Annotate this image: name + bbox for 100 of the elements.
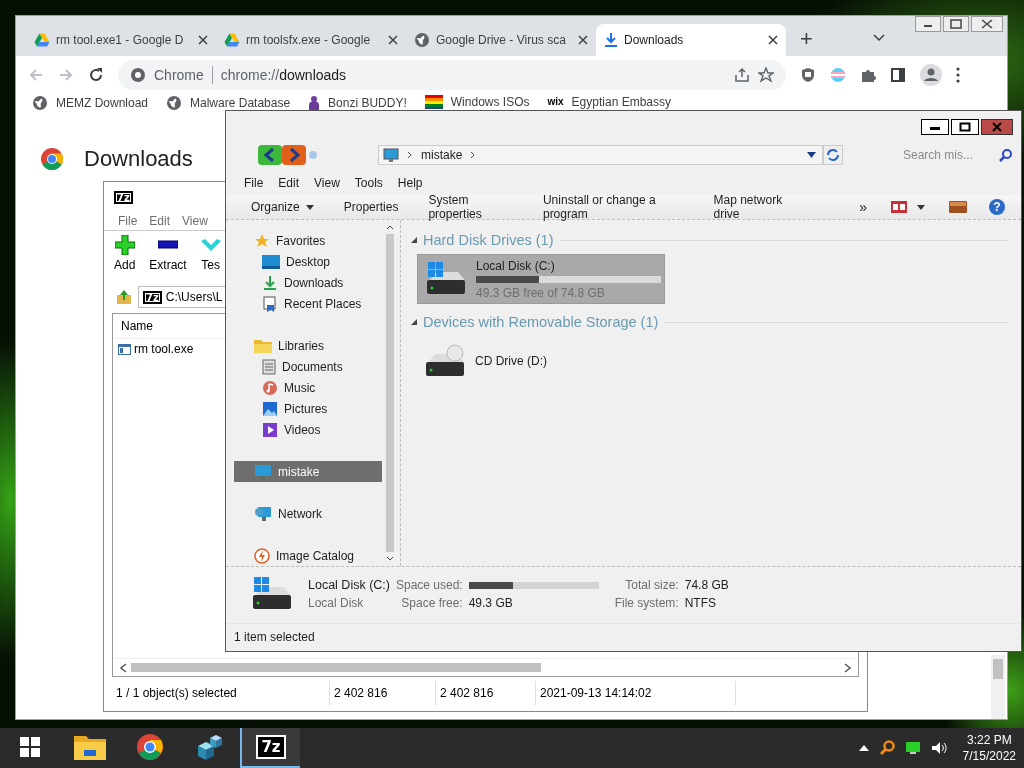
globe-icon (414, 32, 430, 48)
nav-item[interactable]: Recent Places (234, 293, 382, 314)
speaker-icon[interactable] (930, 741, 947, 755)
forward-icon[interactable] (282, 145, 306, 165)
address-bar[interactable]: Chrome chrome://downloads (118, 60, 786, 90)
menu-item[interactable]: Edit (149, 214, 171, 228)
toolbar-button[interactable]: Organize (251, 200, 314, 214)
address-bar[interactable]: mistake (378, 145, 823, 165)
monitor-icon[interactable] (904, 741, 921, 755)
taskbar-app[interactable]: 7z (240, 728, 300, 768)
bookmark-link[interactable]: Windows ISOs (424, 95, 530, 109)
refresh-icon[interactable] (823, 145, 843, 165)
video-icon (262, 421, 278, 438)
menu-item[interactable]: File (244, 176, 264, 190)
drive-icon (34, 32, 50, 48)
maximize-icon[interactable] (951, 119, 979, 135)
close-icon[interactable] (768, 35, 778, 45)
bookmark-link[interactable]: wix Egyptian Embassy (547, 95, 671, 109)
browser-tab[interactable]: Downloads (596, 24, 786, 56)
search-icon[interactable] (878, 740, 895, 756)
menu-icon[interactable] (956, 67, 960, 83)
music-icon (262, 379, 278, 396)
toolbar-button[interactable]: Tes (200, 235, 221, 281)
window-file-icon (118, 343, 131, 355)
menu-item[interactable]: Edit (278, 176, 300, 190)
scrollbar[interactable] (113, 658, 858, 676)
pictures-icon (262, 400, 278, 417)
back-icon[interactable] (258, 145, 282, 165)
nav-item[interactable]: Pictures (234, 398, 382, 419)
browser-tab[interactable]: rm tool.exe1 - Google D (26, 24, 216, 56)
nav-item[interactable]: mistake (234, 461, 382, 482)
browser-tab[interactable]: Google Drive - Virus sca (406, 24, 596, 56)
breadcrumb-item[interactable]: mistake (421, 148, 463, 162)
file-row[interactable]: rm tool.exe (113, 339, 222, 359)
close-icon[interactable] (578, 35, 588, 45)
nav-item[interactable]: Documents (234, 356, 382, 377)
help-button[interactable]: ? (989, 199, 1005, 215)
chevron-up-icon[interactable] (858, 745, 869, 751)
new-tab-button[interactable]: + (800, 26, 813, 52)
menu-item[interactable]: Help (397, 176, 423, 190)
toolbar-button[interactable]: Properties (343, 200, 399, 214)
chevron-right-icon (407, 151, 413, 159)
field-label: Total size: (624, 578, 679, 592)
puzzle-icon[interactable] (860, 67, 876, 83)
nav-item[interactable]: Image Catalog (234, 545, 382, 566)
network-icon (254, 505, 272, 522)
nav-item[interactable]: Network (234, 503, 382, 524)
nav-item[interactable]: Music (234, 377, 382, 398)
scrollbar[interactable] (991, 655, 1005, 719)
toolbar-button[interactable]: System properties (428, 193, 513, 221)
side-panel-icon[interactable] (890, 67, 906, 83)
star-icon[interactable] (758, 67, 774, 83)
restore-icon[interactable] (943, 16, 969, 32)
nav-item[interactable]: Desktop (234, 251, 382, 272)
nav-item[interactable]: Favorites (234, 230, 382, 251)
drive-tile[interactable]: CD Drive (D:) (417, 336, 665, 386)
clock[interactable]: 3:22 PM 7/15/2022 (962, 732, 1016, 764)
toolbar-button[interactable]: Extract (149, 235, 187, 281)
close-icon[interactable] (198, 35, 208, 45)
toolbar-button[interactable]: Add (114, 235, 136, 281)
caret-icon[interactable] (917, 204, 925, 210)
bookmark-link[interactable]: Bonzi BUDDY! (308, 95, 407, 111)
drive-tile[interactable]: Local Disk (C:) 49.3 GB free of 74.8 GB (417, 254, 665, 304)
nav-item[interactable]: Videos (234, 419, 382, 440)
menu-item[interactable]: Tools (354, 176, 383, 190)
windows-logo-icon[interactable] (20, 737, 40, 757)
field-value: NTFS (684, 596, 718, 610)
reload-icon[interactable] (88, 67, 104, 83)
folder-up-icon[interactable] (116, 289, 132, 305)
menu-item[interactable]: File (118, 214, 138, 228)
browser-icon[interactable] (136, 733, 164, 761)
column-header[interactable]: Name (121, 319, 153, 333)
caret-icon[interactable] (807, 152, 816, 158)
more-button[interactable]: » (859, 199, 867, 215)
menu-item[interactable]: View (314, 176, 340, 190)
collapse-icon[interactable] (411, 237, 417, 243)
minimize-icon[interactable] (915, 16, 941, 32)
menu-item[interactable]: View (182, 214, 208, 228)
close-icon[interactable] (388, 35, 398, 45)
shield-icon[interactable] (800, 67, 816, 83)
close-icon[interactable] (971, 16, 1003, 32)
nav-item[interactable]: Downloads (234, 272, 382, 293)
lightning-icon (254, 547, 270, 564)
toolbar-button[interactable]: Uninstall or change a program (542, 193, 684, 221)
folder-icon[interactable] (74, 734, 106, 760)
globe-icon (32, 95, 48, 111)
share-icon[interactable] (734, 67, 750, 83)
profile-icon[interactable] (920, 64, 942, 86)
bookmark-link[interactable]: MEMZ Download (32, 95, 149, 111)
minimize-icon[interactable] (921, 119, 949, 135)
bookmark-link[interactable]: Malware Database (166, 95, 291, 111)
browser-tab[interactable]: rm toolsfx.exe - Google (216, 24, 406, 56)
view-icon[interactable] (891, 201, 907, 213)
chrome-icon (130, 67, 146, 83)
chevron-down-icon[interactable] (872, 34, 885, 42)
toolbar-button[interactable]: Map network drive (713, 193, 800, 221)
collapse-icon[interactable] (411, 319, 417, 325)
nav-item[interactable]: Libraries (234, 335, 382, 356)
document-icon (262, 358, 276, 375)
status-text: 1 item selected (226, 623, 1021, 650)
